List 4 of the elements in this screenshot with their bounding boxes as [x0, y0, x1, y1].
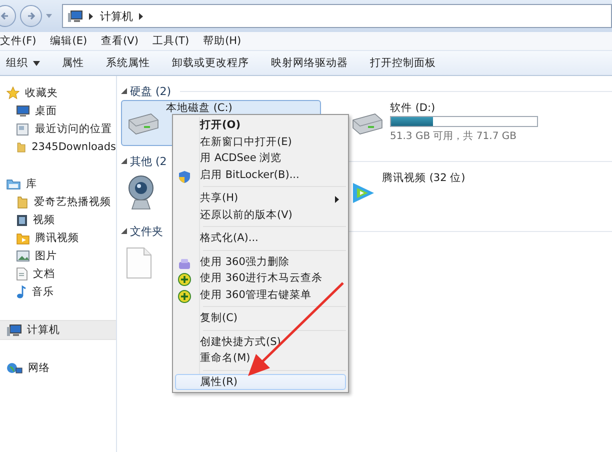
free-space-text: 51.3 GB 可用，共 71.7 GB	[390, 130, 518, 143]
item-name: 软件 (D:)	[390, 103, 436, 114]
item-name: 腾讯视频 (32 位)	[382, 173, 466, 184]
item-name: 本地磁盘 (C:)	[166, 103, 232, 114]
